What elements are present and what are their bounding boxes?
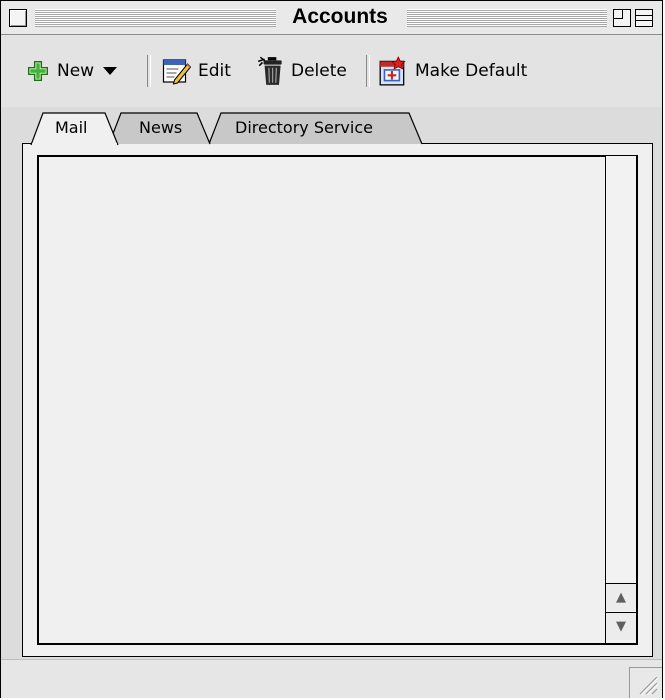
collapse-box-button[interactable] <box>635 9 653 27</box>
tab-mail[interactable]: Mail <box>30 111 123 147</box>
zoom-box-button[interactable] <box>613 9 631 27</box>
plus-icon <box>28 61 48 81</box>
toolbar-separator <box>147 55 151 87</box>
window-title: Accounts <box>292 5 388 28</box>
toolbar: New Edit Delete Make Default <box>1 35 662 107</box>
title-bar-stripes-left <box>35 9 276 27</box>
edit-button[interactable]: Edit <box>159 57 231 85</box>
delete-button-label: Delete <box>291 61 347 81</box>
make-default-button-label: Make Default <box>415 61 528 81</box>
new-button[interactable]: New <box>27 57 118 85</box>
make-default-icon <box>379 56 406 86</box>
title-bar[interactable]: Accounts <box>1 1 662 35</box>
accounts-list[interactable] <box>37 155 638 645</box>
tab-news-label: News <box>139 118 183 137</box>
edit-button-label: Edit <box>198 61 231 81</box>
title-bar-stripes-right <box>407 9 607 27</box>
make-default-button[interactable]: Make Default <box>377 56 528 86</box>
resize-grip[interactable] <box>629 667 662 698</box>
resize-grip-icon <box>639 676 659 696</box>
tab-mail-label: Mail <box>55 118 88 137</box>
triangle-down-icon[interactable] <box>102 66 118 76</box>
arrow-down-icon[interactable]: ▼ <box>606 612 636 640</box>
tab-directory-service-label: Directory Service <box>235 118 373 137</box>
delete-button[interactable]: Delete <box>255 56 347 85</box>
tab-directory-service[interactable]: Directory Service <box>208 111 424 145</box>
arrow-up-icon[interactable]: ▲ <box>606 583 636 611</box>
tab-news[interactable]: News <box>108 111 219 145</box>
window-footer <box>1 659 662 698</box>
tab-strip: Directory Service News Mail <box>30 111 431 147</box>
close-box-button[interactable] <box>9 9 27 27</box>
accounts-window: Accounts New Edit Delete Make Default Di… <box>0 0 663 698</box>
new-button-label: New <box>57 61 95 81</box>
trash-can-icon <box>257 56 282 85</box>
vertical-scrollbar[interactable]: ▲ ▼ <box>605 156 636 643</box>
edit-pencil-icon <box>162 59 192 85</box>
toolbar-separator <box>366 55 370 87</box>
